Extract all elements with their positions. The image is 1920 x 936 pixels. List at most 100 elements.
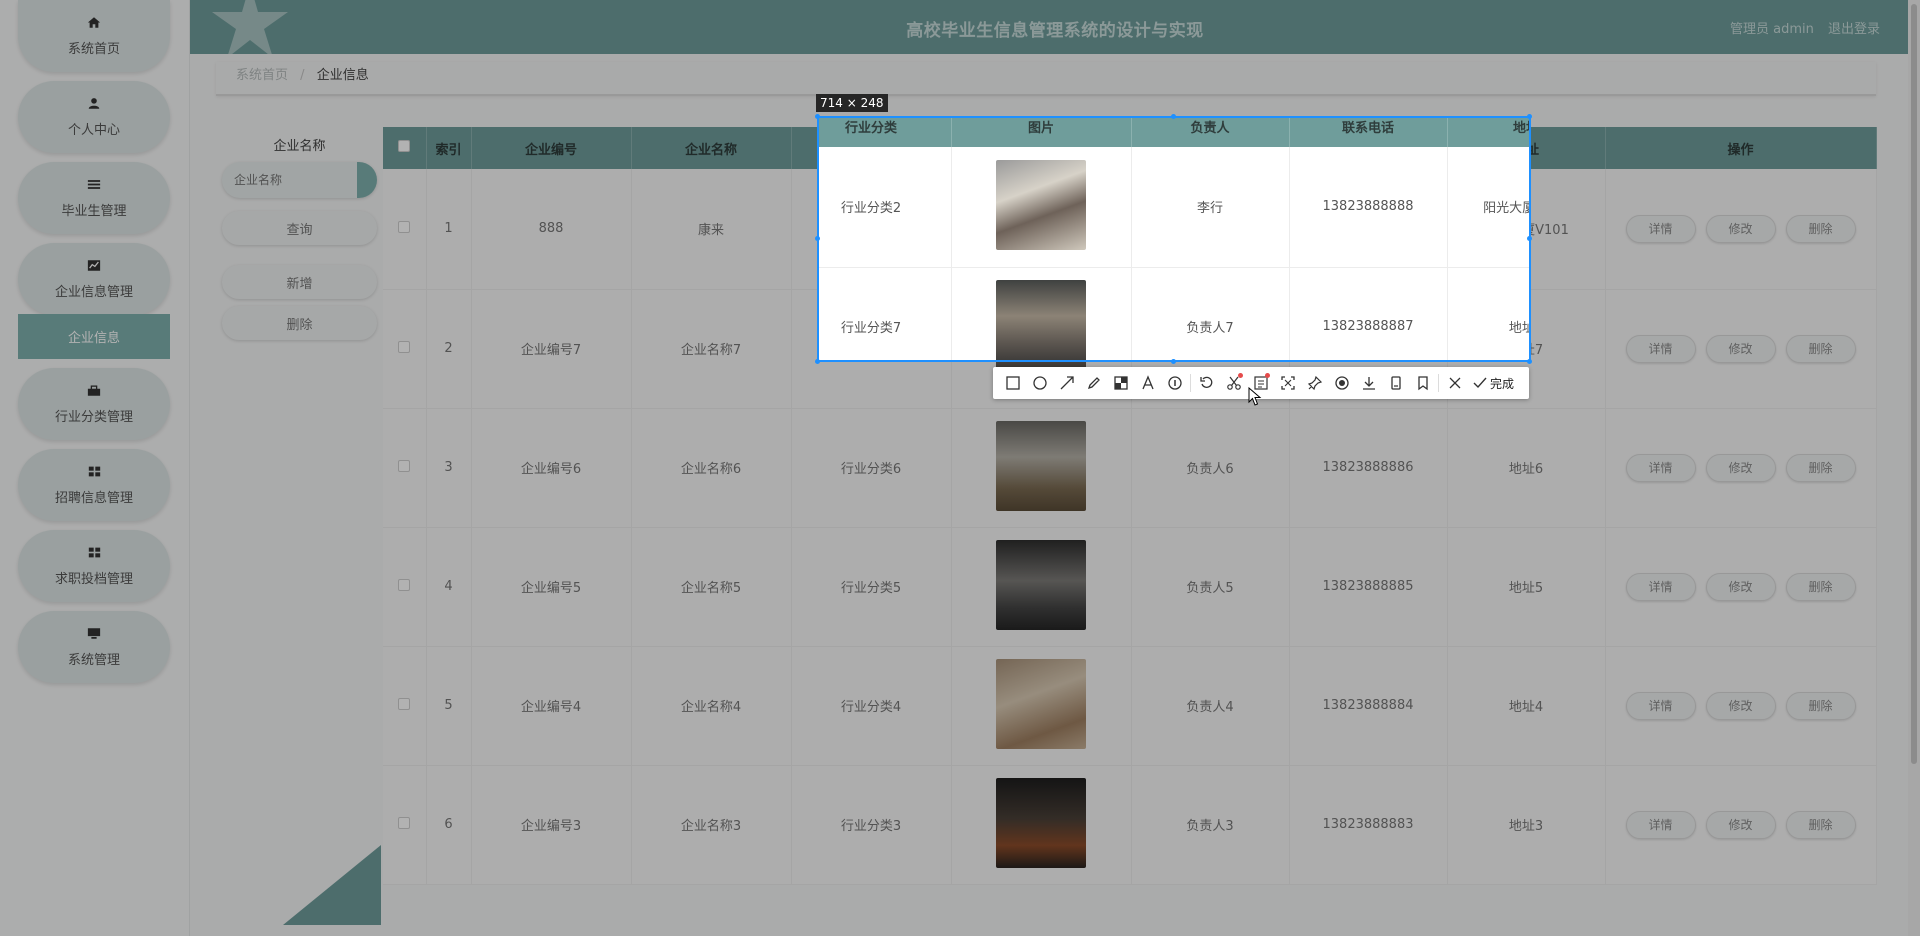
cell-phone: 13823888884 bbox=[1289, 646, 1448, 766]
mosaic-tool[interactable] bbox=[1107, 367, 1134, 399]
search-label: 企业名称 bbox=[273, 139, 326, 154]
cell-code: 企业编号4 bbox=[471, 646, 632, 766]
cell-address: 地址3 bbox=[1447, 765, 1606, 885]
sidebar-item-company[interactable]: 企业信息管理 bbox=[18, 243, 170, 315]
page-scrollbar[interactable] bbox=[1908, 0, 1920, 936]
sidebar-item-recruit[interactable]: 招聘信息管理 bbox=[18, 449, 170, 521]
selection-handle-left[interactable] bbox=[815, 236, 820, 241]
cell-name: 康来 bbox=[631, 169, 792, 290]
row-select-cell bbox=[383, 646, 427, 766]
sidebar-item-profile[interactable]: 个人中心 bbox=[18, 81, 170, 153]
selection-cell-address: 阳光大厦V101 bbox=[1447, 147, 1529, 268]
sidebar-item-graduates[interactable]: 毕业生管理 bbox=[18, 162, 170, 234]
breadcrumb-home[interactable]: 系统首页 bbox=[236, 68, 288, 83]
record-tool[interactable] bbox=[1328, 367, 1355, 399]
sidebar-item-label: 行业分类管理 bbox=[54, 409, 133, 425]
done-button[interactable]: 完成 bbox=[1472, 375, 1514, 392]
row-checkbox[interactable] bbox=[398, 578, 411, 591]
selection-handle-top[interactable] bbox=[1171, 114, 1176, 119]
selection-header-manager: 负责人 bbox=[1131, 118, 1290, 147]
table-row: 3 企业编号6 企业名称6 行业分类6 负责人6 13823888886 地址6… bbox=[383, 408, 1877, 528]
row-delete-button[interactable]: 删除 bbox=[1785, 453, 1856, 482]
detail-button[interactable]: 详情 bbox=[1625, 572, 1696, 601]
selection-handle-right[interactable] bbox=[1527, 236, 1532, 241]
add-button[interactable]: 新增 bbox=[222, 265, 377, 299]
row-checkbox[interactable] bbox=[398, 697, 411, 710]
detail-button[interactable]: 详情 bbox=[1625, 334, 1696, 363]
detail-button[interactable]: 详情 bbox=[1625, 214, 1696, 243]
delete-button[interactable]: 删除 bbox=[222, 306, 377, 340]
row-checkbox[interactable] bbox=[398, 340, 411, 353]
cut-tool[interactable] bbox=[1220, 367, 1247, 399]
sidebar-item-applications[interactable]: 求职投档管理 bbox=[18, 530, 170, 602]
company-image bbox=[996, 658, 1086, 749]
selection-handle-br[interactable] bbox=[1527, 359, 1532, 364]
selection-cell-image bbox=[951, 147, 1132, 268]
cell-actions: 详情 修改 删除 bbox=[1605, 408, 1877, 528]
company-image bbox=[996, 777, 1086, 868]
row-select-cell bbox=[383, 289, 427, 409]
selection-cell-manager: 负责人7 bbox=[1131, 267, 1290, 360]
cell-code: 企业编号7 bbox=[471, 289, 632, 409]
pen-tool[interactable] bbox=[1080, 367, 1107, 399]
row-delete-button[interactable]: 删除 bbox=[1785, 214, 1856, 243]
text-tool[interactable] bbox=[1134, 367, 1161, 399]
edit-button[interactable]: 修改 bbox=[1705, 572, 1776, 601]
selection-handle-tr[interactable] bbox=[1527, 114, 1532, 119]
row-checkbox[interactable] bbox=[398, 816, 411, 829]
undo-tool[interactable] bbox=[1193, 367, 1220, 399]
selection-handle-bottom[interactable] bbox=[1171, 359, 1176, 364]
sidebar-item-system[interactable]: 系统管理 bbox=[18, 611, 170, 683]
row-delete-button[interactable]: 删除 bbox=[1785, 691, 1856, 720]
row-delete-button[interactable]: 删除 bbox=[1785, 810, 1856, 839]
list-icon bbox=[86, 178, 102, 192]
decorative-corner bbox=[283, 845, 381, 925]
sidebar-item-industry[interactable]: 行业分类管理 bbox=[18, 368, 170, 440]
arrow-tool[interactable] bbox=[1053, 367, 1080, 399]
briefcase-icon bbox=[86, 384, 102, 398]
edit-button[interactable]: 修改 bbox=[1705, 453, 1776, 482]
text-icon bbox=[1141, 375, 1154, 390]
bookmark-tool[interactable] bbox=[1409, 367, 1436, 399]
sidebar-subitem-company-info[interactable]: 企业信息 bbox=[18, 314, 170, 359]
scrollbar-thumb[interactable] bbox=[1911, 4, 1917, 764]
header-index: 索引 bbox=[426, 127, 472, 169]
number-tool[interactable] bbox=[1161, 367, 1188, 399]
detail-button[interactable]: 详情 bbox=[1625, 810, 1696, 839]
select-all-cell bbox=[383, 127, 427, 169]
edit-button[interactable]: 修改 bbox=[1705, 691, 1776, 720]
search-box bbox=[222, 162, 377, 198]
company-image bbox=[996, 420, 1086, 511]
detail-button[interactable]: 详情 bbox=[1625, 453, 1696, 482]
edit-button[interactable]: 修改 bbox=[1705, 334, 1776, 363]
selection-handle-bl[interactable] bbox=[815, 359, 820, 364]
toolbar-separator bbox=[1438, 374, 1439, 392]
select-all-checkbox[interactable] bbox=[398, 140, 411, 152]
edit-button[interactable]: 修改 bbox=[1705, 214, 1776, 243]
ellipse-tool[interactable] bbox=[1026, 367, 1053, 399]
cell-index: 2 bbox=[426, 289, 472, 409]
row-checkbox[interactable] bbox=[398, 459, 411, 472]
sidebar-item-home[interactable]: 系统首页 bbox=[18, 0, 170, 72]
logout-link[interactable]: 退出登录 bbox=[1828, 22, 1880, 37]
selection-handle-tl[interactable] bbox=[815, 114, 820, 119]
row-delete-button[interactable]: 删除 bbox=[1785, 572, 1856, 601]
screenshot-selection[interactable]: 索引 企业编号 企业名称 行业分类 图片 负责人 联系电话 地址 操作 1 88… bbox=[817, 116, 1531, 362]
sidebar-item-label: 毕业生管理 bbox=[61, 203, 127, 219]
close-tool[interactable] bbox=[1441, 367, 1468, 399]
pin-tool[interactable] bbox=[1301, 367, 1328, 399]
scroll-capture-tool[interactable] bbox=[1274, 367, 1301, 399]
detail-button[interactable]: 详情 bbox=[1625, 691, 1696, 720]
cell-actions: 详情 修改 删除 bbox=[1605, 289, 1877, 409]
row-checkbox[interactable] bbox=[398, 220, 411, 233]
edit-button[interactable]: 修改 bbox=[1705, 810, 1776, 839]
query-button[interactable]: 查询 bbox=[222, 211, 377, 245]
row-delete-button[interactable]: 删除 bbox=[1785, 334, 1856, 363]
cell-actions: 详情 修改 删除 bbox=[1605, 169, 1877, 290]
save-tool[interactable] bbox=[1382, 367, 1409, 399]
download-tool[interactable] bbox=[1355, 367, 1382, 399]
search-input[interactable] bbox=[222, 162, 352, 198]
rectangle-tool[interactable] bbox=[999, 367, 1026, 399]
cell-code: 企业编号3 bbox=[471, 765, 632, 885]
selection-cell-image bbox=[951, 267, 1132, 360]
